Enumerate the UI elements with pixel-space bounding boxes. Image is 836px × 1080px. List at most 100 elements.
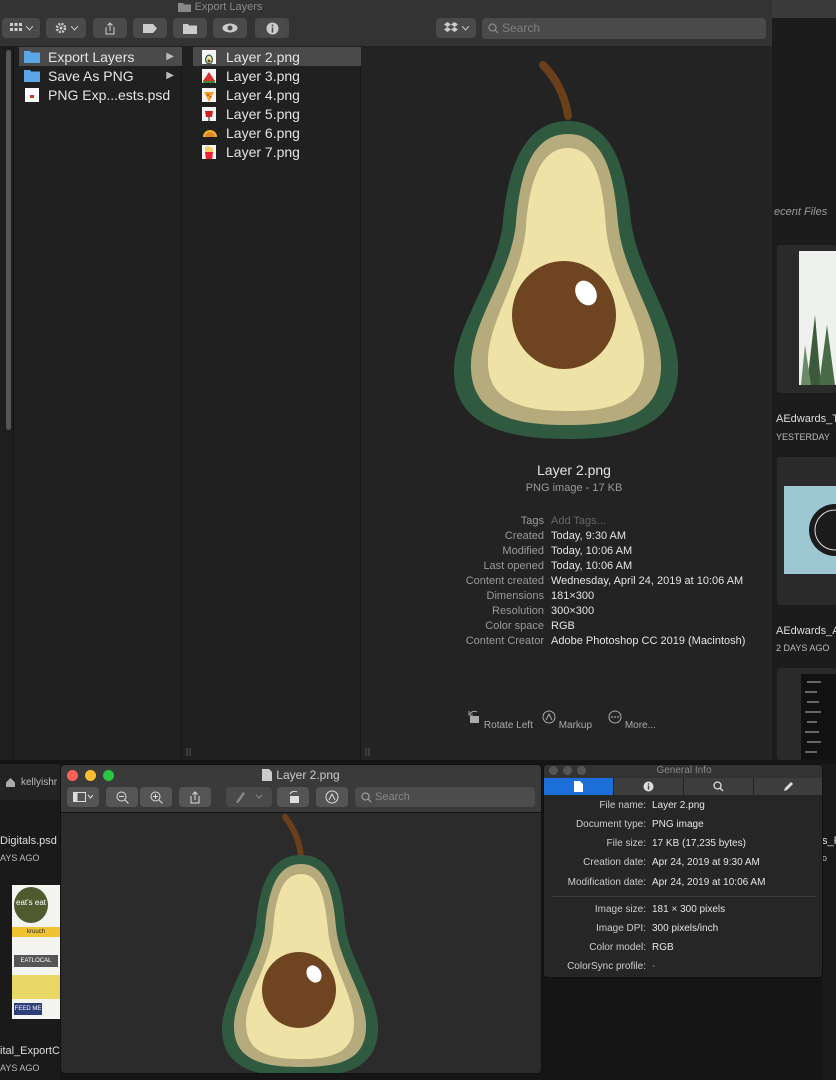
recent-file-thumb-3[interactable] xyxy=(777,668,836,760)
info-titlebar: General Info xyxy=(544,765,822,778)
recent-file-thumb-1[interactable] xyxy=(777,245,836,393)
file-item-label: Layer 6.png xyxy=(226,124,300,141)
folder-icon xyxy=(24,69,40,82)
meta-value: 181×300 xyxy=(551,590,595,602)
thumb-kruuch-text: kruuch xyxy=(12,927,60,937)
scrollbar-thumb[interactable] xyxy=(6,50,11,430)
sidebar-item-export-layers[interactable]: Export Layers ▶ xyxy=(19,47,182,66)
chevron-down-icon xyxy=(25,25,33,31)
info-key: Color model: xyxy=(589,942,646,953)
recent-file-name-1: AEdwards_T xyxy=(776,413,836,425)
preview-toolbar: Layer 2.png Search xyxy=(61,765,541,813)
fries-thumb-icon xyxy=(202,144,216,159)
preview-search-input[interactable]: Search xyxy=(355,787,535,807)
behind-file-date-2: AYS AGO xyxy=(0,1063,40,1073)
file-item-layer-7[interactable]: Layer 7.png xyxy=(193,142,361,161)
text-doc-thumbnail-icon xyxy=(801,674,836,760)
file-item-label: Layer 2.png xyxy=(226,48,300,65)
file-item-layer-3[interactable]: Layer 3.png xyxy=(193,66,361,85)
info-key: Image DPI: xyxy=(595,923,646,934)
zoom-out-button[interactable] xyxy=(106,787,138,807)
general-info-panel: General Info File name: Layer 2.png Docu… xyxy=(543,764,823,978)
tab-general[interactable] xyxy=(544,778,614,795)
thumb-eatlocal-text: EATLOCAL xyxy=(14,955,58,967)
tags-button[interactable] xyxy=(133,18,167,38)
home-icon xyxy=(6,778,15,787)
sidebar-item-save-as-png[interactable]: Save As PNG ▶ xyxy=(19,66,182,85)
add-tags-field[interactable]: Add Tags... xyxy=(551,515,606,527)
file-item-label: Layer 7.png xyxy=(226,143,300,160)
sidebar-toggle-button[interactable] xyxy=(67,787,99,807)
tab-keywords[interactable] xyxy=(684,778,754,795)
share-icon xyxy=(105,21,115,34)
recent-file-thumb-2[interactable] xyxy=(777,457,836,605)
behind-tabbar: kellyishr xyxy=(0,764,60,800)
file-item-label: Layer 3.png xyxy=(226,67,300,84)
rotate-left-icon xyxy=(468,710,480,723)
files-column: Layer 2.png Layer 3.png Layer 4.png Laye… xyxy=(183,46,370,760)
rotate-left-button[interactable]: Rotate Left xyxy=(465,710,535,731)
behind-window-right: s_F o xyxy=(822,764,836,1080)
rotate-button[interactable] xyxy=(277,787,309,807)
highlight-button[interactable] xyxy=(226,787,272,807)
search-icon xyxy=(361,792,372,803)
meta-key: Color space xyxy=(485,620,544,632)
background-window: ecent Files AEdwards_T YESTERDAY AEdward… xyxy=(772,0,836,760)
view-options-button[interactable] xyxy=(2,18,40,38)
pizza-thumb-icon xyxy=(202,87,216,102)
file-item-layer-4[interactable]: Layer 4.png xyxy=(193,85,361,104)
info-value: 181 × 300 pixels xyxy=(652,904,726,915)
info-tabs xyxy=(544,778,822,795)
dropbox-icon xyxy=(443,22,458,32)
behind-tab-label: kellyishr xyxy=(21,777,58,788)
avocado-image xyxy=(221,814,379,1073)
folder-icon xyxy=(183,23,197,34)
info-value: Apr 24, 2019 at 9:30 AM xyxy=(652,857,760,868)
finder-toolbar: Export Layers Search xyxy=(0,0,772,46)
share-icon xyxy=(190,790,200,803)
meta-value: 300×300 xyxy=(551,605,595,617)
rotate-left-label: Rotate Left xyxy=(483,720,533,731)
preview-window-title: Layer 2.png xyxy=(61,768,541,782)
quick-look-button[interactable] xyxy=(213,18,247,38)
info-key: Document type: xyxy=(575,819,646,830)
column-resize-handle[interactable] xyxy=(365,748,371,756)
zoom-in-button[interactable] xyxy=(140,787,172,807)
chevron-right-icon: ▶ xyxy=(166,51,174,62)
file-item-layer-6[interactable]: Layer 6.png xyxy=(193,123,361,142)
get-info-button[interactable] xyxy=(255,18,289,38)
file-item-label: Layer 4.png xyxy=(226,86,300,103)
dropbox-button[interactable] xyxy=(436,18,476,38)
tab-more-info[interactable] xyxy=(614,778,684,795)
chevron-down-icon xyxy=(461,25,469,31)
badge-thumbnail-icon xyxy=(784,486,836,574)
info-value: - xyxy=(652,961,656,972)
column-resize-handle[interactable] xyxy=(186,748,192,756)
new-folder-button[interactable] xyxy=(173,18,207,38)
finder-search-input[interactable]: Search xyxy=(482,18,766,39)
finder-title: Export Layers xyxy=(0,1,440,13)
file-item-layer-5[interactable]: Layer 5.png xyxy=(193,104,361,123)
avocado-thumb-icon xyxy=(202,49,216,64)
pen-icon xyxy=(236,792,263,803)
more-button[interactable]: More... xyxy=(597,710,667,731)
rotate-left-icon xyxy=(289,790,299,803)
preview-share-button[interactable] xyxy=(179,787,211,807)
behind-window-left: kellyishr Digitals.psd AYS AGO eat's eat… xyxy=(0,764,60,1080)
info-title: General Info xyxy=(656,765,712,776)
pencil-icon xyxy=(784,782,793,791)
markup-button[interactable]: Markup xyxy=(532,710,602,731)
markup-toolbar-button[interactable] xyxy=(316,787,348,807)
gear-icon xyxy=(55,22,66,34)
file-item-layer-2[interactable]: Layer 2.png xyxy=(193,47,361,66)
behind-file-thumb[interactable]: eat's eat kruuch EATLOCAL FEED ME xyxy=(12,885,60,1019)
finder-search-placeholder: Search xyxy=(502,21,541,35)
zoom-out-icon xyxy=(116,791,129,804)
sidebar-item-psd-file[interactable]: PNG Exp...ests.psd xyxy=(19,85,182,104)
tab-annotations[interactable] xyxy=(754,778,822,795)
search-icon xyxy=(713,781,724,792)
action-menu-button[interactable] xyxy=(46,18,86,38)
info-value: Apr 24, 2019 at 10:06 AM xyxy=(652,877,766,888)
share-button[interactable] xyxy=(93,18,127,38)
preview-file-kind: PNG image - 17 KB xyxy=(525,482,623,494)
